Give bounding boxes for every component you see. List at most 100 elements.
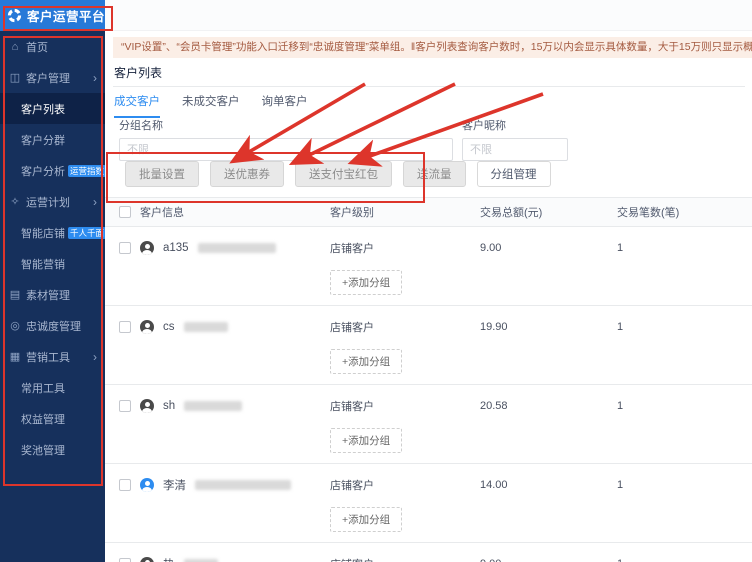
avatar bbox=[140, 478, 154, 492]
tab-未成交客户[interactable]: 未成交客户 bbox=[182, 93, 240, 118]
customer-name: cs bbox=[163, 321, 175, 333]
divider bbox=[113, 86, 745, 87]
sidebar-item-label: 智能店铺 bbox=[21, 225, 65, 241]
row-checkbox[interactable] bbox=[119, 321, 131, 333]
notice-bar: “VIP设置”、“会员卡管理”功能入口迁移到“忠诚度管理”菜单组。‖客户列表查询… bbox=[113, 37, 752, 58]
screen: 客户运营平台 ⌂ 首页 ◫ 客户管理 › 客户列表 客户分群 客户分析 运营指数… bbox=[0, 0, 752, 562]
sidebar-item-常用工具[interactable]: 常用工具 bbox=[0, 372, 105, 403]
sidebar-item-label: 智能营销 bbox=[21, 256, 65, 272]
masked-text bbox=[198, 243, 276, 253]
nickname-label: 客户昵称 bbox=[462, 117, 568, 133]
customer-level: 店铺客户 bbox=[330, 398, 480, 414]
app-logo-bar[interactable]: 客户运营平台 bbox=[0, 0, 105, 31]
sidebar-item-客户列表[interactable]: 客户列表 bbox=[0, 93, 105, 124]
sidebar-item-营销工具[interactable]: ▦ 营销工具 › bbox=[0, 341, 105, 372]
sidebar-item-智能营销[interactable]: 智能营销 bbox=[0, 248, 105, 279]
sidebar-item-label: 首页 bbox=[26, 39, 48, 55]
customer-level: 店铺客户 bbox=[330, 556, 480, 562]
tab-成交客户[interactable]: 成交客户 bbox=[114, 93, 160, 118]
customer-name: 热 bbox=[163, 556, 175, 562]
page-title: 客户列表 bbox=[114, 64, 162, 81]
select-all-checkbox[interactable] bbox=[119, 206, 131, 218]
customer-name: a135 bbox=[163, 242, 189, 254]
button-送优惠券[interactable]: 送优惠券 bbox=[210, 161, 284, 187]
sidebar-item-首页[interactable]: ⌂ 首页 bbox=[0, 31, 105, 62]
button-送流量[interactable]: 送流量 bbox=[403, 161, 466, 187]
top-header-strip bbox=[105, 0, 752, 31]
nickname-input[interactable] bbox=[462, 138, 568, 161]
table-row: cs 店铺客户 19.90 1 +添加分组 bbox=[105, 306, 752, 385]
customer-name: sh bbox=[163, 400, 175, 412]
customer-level: 店铺客户 bbox=[330, 240, 480, 256]
filter-nickname: 客户昵称 bbox=[462, 117, 568, 161]
sidebar-item-客户管理[interactable]: ◫ 客户管理 › bbox=[0, 62, 105, 93]
total-amount: 9.00 bbox=[480, 558, 617, 562]
sidebar-item-忠诚度管理[interactable]: ◎ 忠诚度管理 bbox=[0, 310, 105, 341]
add-group-button[interactable]: +添加分组 bbox=[330, 349, 402, 374]
sidebar-item-客户分群[interactable]: 客户分群 bbox=[0, 124, 105, 155]
chevron-right-icon: › bbox=[93, 71, 97, 85]
sidebar-item-label: 客户分群 bbox=[21, 132, 65, 148]
button-送支付宝红包[interactable]: 送支付宝红包 bbox=[295, 161, 392, 187]
main-content: “VIP设置”、“会员卡管理”功能入口迁移到“忠诚度管理”菜单组。‖客户列表查询… bbox=[105, 31, 752, 562]
sidebar-item-label: 素材管理 bbox=[26, 287, 70, 303]
transaction-count: 1 bbox=[617, 321, 752, 333]
total-amount: 20.58 bbox=[480, 400, 617, 412]
sidebar-badge: 运营指数 bbox=[68, 165, 106, 177]
sidebar-item-label: 客户列表 bbox=[21, 101, 65, 117]
sidebar-item-label: 客户分析 bbox=[21, 163, 65, 179]
tab-询单客户[interactable]: 询单客户 bbox=[262, 93, 308, 118]
group-name-input[interactable] bbox=[119, 138, 453, 161]
row-checkbox[interactable] bbox=[119, 558, 131, 562]
sidebar-item-素材管理[interactable]: ▤ 素材管理 bbox=[0, 279, 105, 310]
plan-icon: ✧ bbox=[8, 195, 22, 208]
header-customer-info: 客户信息 bbox=[119, 204, 330, 220]
sidebar-item-奖池管理[interactable]: 奖池管理 bbox=[0, 434, 105, 465]
sidebar-item-运营计划[interactable]: ✧ 运营计划 › bbox=[0, 186, 105, 217]
row-checkbox[interactable] bbox=[119, 400, 131, 412]
transaction-count: 1 bbox=[617, 400, 752, 412]
add-group-button[interactable]: +添加分组 bbox=[330, 507, 402, 532]
material-icon: ▤ bbox=[8, 288, 22, 301]
masked-text bbox=[184, 401, 242, 411]
tools-icon: ▦ bbox=[8, 350, 22, 363]
table-row: a135 店铺客户 9.00 1 +添加分组 bbox=[105, 227, 752, 306]
sidebar-item-权益管理[interactable]: 权益管理 bbox=[0, 403, 105, 434]
customer-info-cell: 热 bbox=[119, 556, 330, 562]
row-checkbox[interactable] bbox=[119, 479, 131, 491]
masked-text bbox=[195, 480, 291, 490]
customer-table: 客户信息 客户级别 交易总额(元) 交易笔数(笔) a135 店铺客户 9.00… bbox=[105, 197, 752, 562]
sidebar: ⌂ 首页 ◫ 客户管理 › 客户列表 客户分群 客户分析 运营指数 ✧ 运营计划… bbox=[0, 31, 105, 562]
avatar bbox=[140, 241, 154, 255]
customer-tabs: 成交客户 未成交客户 询单客户 bbox=[114, 93, 308, 118]
button-分组管理[interactable]: 分组管理 bbox=[477, 161, 551, 187]
avatar bbox=[140, 320, 154, 334]
header-transaction-count: 交易笔数(笔) bbox=[617, 204, 752, 220]
avatar bbox=[140, 557, 154, 562]
sidebar-item-智能店铺[interactable]: 智能店铺 千人千面 bbox=[0, 217, 105, 248]
sidebar-badge: 千人千面 bbox=[68, 227, 106, 239]
add-group-button[interactable]: +添加分组 bbox=[330, 270, 402, 295]
pinwheel-logo-icon bbox=[7, 8, 22, 23]
sidebar-item-label: 常用工具 bbox=[21, 380, 65, 396]
chevron-right-icon: › bbox=[93, 195, 97, 209]
masked-text bbox=[184, 322, 228, 332]
customer-info-cell: a135 bbox=[119, 241, 330, 255]
row-checkbox[interactable] bbox=[119, 242, 131, 254]
sidebar-item-客户分析[interactable]: 客户分析 运营指数 bbox=[0, 155, 105, 186]
add-group-button[interactable]: +添加分组 bbox=[330, 428, 402, 453]
group-name-label: 分组名称 bbox=[119, 117, 453, 133]
table-row: 热 店铺客户 9.00 1 +添加分组 bbox=[105, 543, 752, 562]
bulk-action-toolbar: 批量设置 送优惠券 送支付宝红包 送流量 分组管理 bbox=[125, 161, 551, 187]
table-row: sh 店铺客户 20.58 1 +添加分组 bbox=[105, 385, 752, 464]
customer-level: 店铺客户 bbox=[330, 477, 480, 493]
customer-info-cell: 李清 bbox=[119, 477, 330, 493]
button-批量设置[interactable]: 批量设置 bbox=[125, 161, 199, 187]
avatar bbox=[140, 399, 154, 413]
app-title: 客户运营平台 bbox=[27, 6, 105, 25]
transaction-count: 1 bbox=[617, 242, 752, 254]
total-amount: 19.90 bbox=[480, 321, 617, 333]
loyalty-icon: ◎ bbox=[8, 319, 22, 332]
customer-level: 店铺客户 bbox=[330, 319, 480, 335]
total-amount: 9.00 bbox=[480, 242, 617, 254]
